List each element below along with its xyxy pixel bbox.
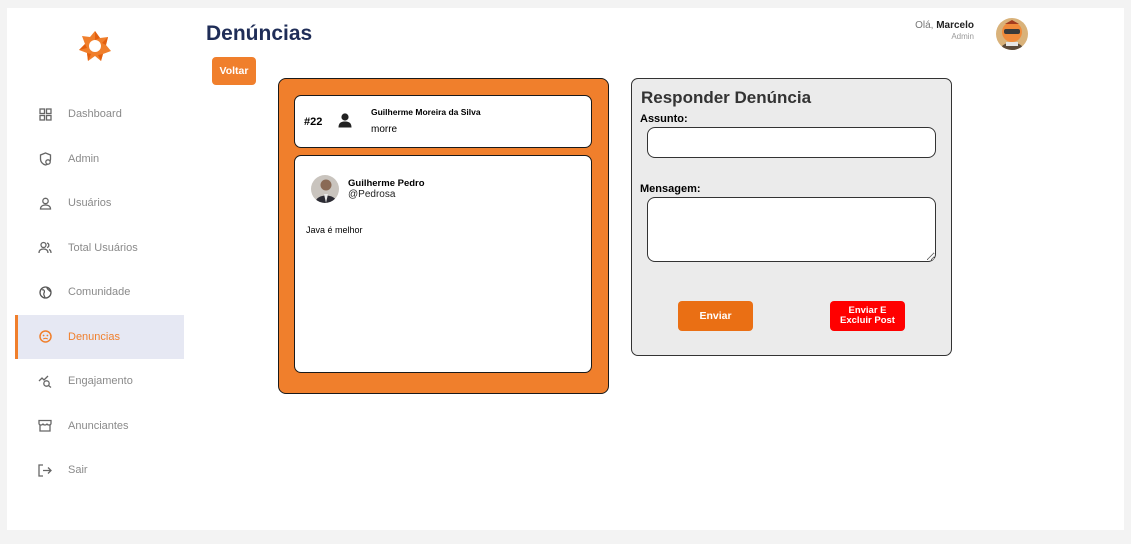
report-reason: morre xyxy=(371,124,398,135)
sidebar-item-label: Engajamento xyxy=(68,375,133,388)
sidebar-item-label: Anunciantes xyxy=(68,419,129,432)
sidebar-item-comunidade[interactable]: Comunidade xyxy=(15,270,184,315)
sidebar-item-admin[interactable]: Admin xyxy=(15,137,184,182)
logout-icon xyxy=(38,463,52,477)
sidebar-item-sair[interactable]: Sair xyxy=(15,448,184,493)
post-author-avatar xyxy=(311,175,339,203)
post-author-name: Guilherme Pedro xyxy=(348,178,425,189)
reply-form-title: Responder Denúncia xyxy=(641,88,812,107)
report-card: #22 Guilherme Moreira da Silva morre Gui… xyxy=(278,78,609,394)
user-role: Admin xyxy=(951,32,974,41)
dashboard-icon xyxy=(38,107,52,121)
users-icon xyxy=(38,241,52,255)
sidebar-item-label: Sair xyxy=(68,464,88,477)
sidebar-item-dashboard[interactable]: Dashboard xyxy=(15,92,184,137)
sidebar-item-total-usuarios[interactable]: Total Usuários xyxy=(15,226,184,271)
reply-form: Responder Denúncia Assunto: Mensagem: En… xyxy=(631,78,952,356)
subject-input[interactable] xyxy=(647,127,936,158)
globe-icon xyxy=(38,285,52,299)
page: Dashboard Admin Usuários Total Usuários xyxy=(7,8,1124,530)
sidebar-item-anunciantes[interactable]: Anunciantes xyxy=(15,404,184,449)
sidebar-nav: Dashboard Admin Usuários Total Usuários xyxy=(15,92,184,493)
reported-post: Guilherme Pedro @Pedrosa Java é melhor xyxy=(294,155,592,373)
store-icon xyxy=(38,419,52,433)
sidebar-item-label: Usuários xyxy=(68,197,112,210)
app-logo[interactable] xyxy=(77,28,113,64)
sidebar-item-usuarios[interactable]: Usuários xyxy=(15,181,184,226)
post-text: Java é melhor xyxy=(306,225,363,235)
reporter-name: Guilherme Moreira da Silva xyxy=(371,107,481,117)
page-title: Denúncias xyxy=(206,22,313,45)
avatar[interactable] xyxy=(996,18,1028,50)
sidebar-item-label: Denuncias xyxy=(68,330,120,343)
message-textarea[interactable] xyxy=(647,197,936,262)
sidebar-item-denuncias[interactable]: Denuncias xyxy=(15,314,184,359)
sidebar-item-label: Total Usuários xyxy=(68,241,138,254)
engagement-chart-icon xyxy=(38,374,52,388)
admin-shield-icon xyxy=(38,152,52,166)
back-button[interactable]: Voltar xyxy=(212,57,256,85)
person-icon xyxy=(337,112,353,128)
message-label: Mensagem: xyxy=(640,183,701,195)
report-header: #22 Guilherme Moreira da Silva morre xyxy=(294,95,592,148)
send-and-delete-post-button[interactable]: Enviar E Excluir Post xyxy=(830,301,905,331)
sidebar-item-engajamento[interactable]: Engajamento xyxy=(15,359,184,404)
sidebar-item-label: Comunidade xyxy=(68,286,131,299)
user-icon xyxy=(38,196,52,210)
sidebar-item-label: Dashboard xyxy=(68,108,122,121)
sidebar-item-label: Admin xyxy=(68,152,100,165)
user-greeting: Olá, Marcelo Admin xyxy=(915,20,974,41)
report-face-icon xyxy=(38,330,52,344)
greeting-prefix: Olá, xyxy=(915,20,934,31)
post-author-handle: @Pedrosa xyxy=(348,189,396,200)
subject-label: Assunto: xyxy=(640,113,688,125)
report-id: #22 xyxy=(304,116,323,128)
sidebar: Dashboard Admin Usuários Total Usuários xyxy=(7,8,184,530)
user-name: Marcelo xyxy=(936,20,974,31)
send-button[interactable]: Enviar xyxy=(678,301,753,331)
